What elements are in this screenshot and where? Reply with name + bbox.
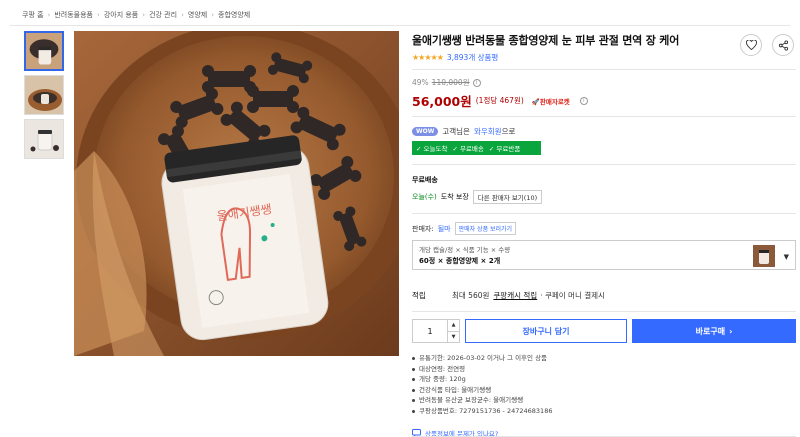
spec-item: 개당 중량: 120g xyxy=(412,374,796,385)
delivery-block: 무료배송 오늘(수) 도착 보장 다른 판매자 보기(10) xyxy=(412,175,796,204)
option-value: 60정 × 종합영양제 × 2개 xyxy=(419,257,501,265)
rocket-icon: 🚀 xyxy=(531,97,540,106)
seller-rocket-badge: 🚀판매자로켓 xyxy=(532,96,570,106)
coupang-cash-link[interactable]: 쿠팡캐시 적립 xyxy=(493,290,537,301)
info-icon[interactable]: i xyxy=(579,96,588,105)
wow-text-post: 으로 xyxy=(501,127,516,136)
heart-icon xyxy=(745,40,757,50)
breadcrumb: 쿠팡 홈 › 반려동물용품 › 강아지 용품 › 건강 관리 › 영양제 › 종합영양제 xyxy=(22,10,250,20)
chevron-right-icon: › xyxy=(97,11,100,19)
quantity-decrease-icon[interactable]: ▼ xyxy=(448,332,459,343)
divider xyxy=(10,25,790,26)
product-info-panel: 울애기쌩쌩 반려동물 종합영양제 눈 피부 관절 면역 장 케어 ★★★★★ 3… xyxy=(412,32,796,437)
spec-item: 대상연령: 전연령 xyxy=(412,364,796,375)
chevron-right-icon: › xyxy=(181,11,184,19)
caret-down-icon: ▼ xyxy=(783,253,789,261)
thumbnail-1[interactable] xyxy=(24,31,64,71)
discount-row: 49% 110,000원 i xyxy=(412,77,796,88)
wow-badge: WOW xyxy=(412,127,439,136)
seller-products-button[interactable]: 판매자 상품 보러가기 xyxy=(454,222,517,235)
chevron-right-icon: › xyxy=(47,11,51,19)
breadcrumb-item[interactable]: 종합영양제 xyxy=(218,10,250,20)
original-price: 110,000원 xyxy=(431,78,470,87)
sale-price-row: 56,000원 (1정당 467원) 🚀판매자로켓 i xyxy=(412,91,796,110)
price-block: 49% 110,000원 i 56,000원 (1정당 467원) 🚀판매자로켓… xyxy=(412,77,796,110)
buy-now-label: 바로구매 xyxy=(695,326,726,336)
product-photo: 울애기쌩쌩 xyxy=(74,31,399,356)
wow-member-link[interactable]: 와우회원 xyxy=(474,126,502,137)
wishlist-button[interactable] xyxy=(740,34,762,56)
delivery-label: 무료배송 xyxy=(412,176,438,184)
main-product-image[interactable]: 울애기쌩쌩 xyxy=(74,31,399,356)
quantity-stepper[interactable]: 1 ▲ ▼ xyxy=(412,319,460,343)
benefit-free-return: ✓ 무료반품 xyxy=(488,145,521,153)
chevron-right-icon: › xyxy=(142,11,146,19)
divider xyxy=(412,311,796,312)
discount-rate: 49% xyxy=(412,78,429,87)
star-rating: ★★★★★ xyxy=(412,53,444,62)
option-thumbnail-image xyxy=(753,245,775,267)
divider xyxy=(412,116,796,117)
other-seller-button[interactable]: 다른 판매자 보기(10) xyxy=(472,190,543,204)
divider xyxy=(412,69,796,70)
seller-label: 판매자: xyxy=(412,224,434,233)
seller-rocket-label: 판매자로켓 xyxy=(539,97,570,106)
product-thumbnail-image xyxy=(25,76,63,114)
spec-item: 반려동물 유산균 보장균수: 울애기쌩쌩 xyxy=(412,395,796,406)
points-pre: 최대 560원 xyxy=(452,291,490,300)
arrival-day: 오늘(수) xyxy=(412,193,437,201)
seller-row: 판매자: 될마 판매자 상품 보러가기 xyxy=(412,222,796,235)
wow-text-pre: 고객님은 xyxy=(442,127,470,136)
option-label: 개당 캡슐/정 × 식품 기능 × 수량 xyxy=(419,246,511,254)
option-text: 개당 캡슐/정 × 식품 기능 × 수량 60정 × 종합영양제 × 2개 xyxy=(419,244,510,266)
breadcrumb-item[interactable]: 쿠팡 홈 xyxy=(22,10,44,20)
benefit-today-arrival: ✓ 오늘도착 xyxy=(416,145,448,153)
points-label: 적립 xyxy=(412,291,426,300)
spec-item: 쿠팡상품번호: 7279151736 - 24724683186 xyxy=(412,406,796,417)
product-thumbnail-image xyxy=(26,33,62,69)
quantity-steps: ▲ ▼ xyxy=(447,320,459,342)
divider xyxy=(412,164,796,165)
add-to-cart-button[interactable]: 장바구니 담기 xyxy=(465,319,627,343)
delivery-row: 오늘(수) 도착 보장 다른 판매자 보기(10) xyxy=(412,190,796,204)
breadcrumb-item[interactable]: 영양제 xyxy=(188,10,207,20)
thumbnail-3[interactable] xyxy=(24,119,64,159)
thumbnail-2[interactable] xyxy=(24,75,64,115)
rating-row: ★★★★★ 3,893개 상품평 xyxy=(412,52,796,63)
divider xyxy=(412,213,796,214)
chevron-right-icon: › xyxy=(729,326,733,336)
breadcrumb-item[interactable]: 건강 관리 xyxy=(149,10,177,20)
info-icon[interactable]: i xyxy=(472,78,481,87)
product-title: 울애기쌩쌩 반려동물 종합영양제 눈 피부 관절 면역 장 케어 xyxy=(412,34,680,47)
spec-list: 유통기한: 2026-03-02 이거나 그 이후인 상품 대상연령: 전연령 … xyxy=(412,353,796,416)
breadcrumb-item[interactable]: 반려동물용품 xyxy=(54,10,93,20)
review-count-link[interactable]: 3,893개 상품평 xyxy=(447,52,498,63)
points-row: 적립 최대 560원 쿠팡캐시 적립 · 쿠페이 머니 결제시 xyxy=(412,290,796,301)
wow-member-row: WOW 고객님은 와우회원 으로 xyxy=(412,126,796,137)
product-thumbnail-image xyxy=(25,120,63,158)
spec-item: 유통기한: 2026-03-02 이거나 그 이후인 상품 xyxy=(412,353,796,364)
purchase-row: 1 ▲ ▼ 장바구니 담기 바로구매 › xyxy=(412,319,796,343)
option-select[interactable]: 개당 캡슐/정 × 식품 기능 × 수량 60정 × 종합영양제 × 2개 ▼ xyxy=(412,240,796,270)
share-button[interactable] xyxy=(772,34,794,56)
points-post: · 쿠페이 머니 결제시 xyxy=(540,291,605,300)
quantity-increase-icon[interactable]: ▲ xyxy=(448,320,459,332)
benefit-free-shipping: ✓ 무료배송 xyxy=(452,145,484,153)
arrival-guarantee: 도착 보장 xyxy=(440,193,469,201)
wow-benefits-badge: ✓ 오늘도착 ✓ 무료배송 ✓ 무료반품 xyxy=(412,141,541,155)
breadcrumb-item[interactable]: 강아지 용품 xyxy=(104,10,138,20)
seller-name-link[interactable]: 될마 xyxy=(438,224,451,234)
chevron-right-icon: › xyxy=(211,11,215,19)
share-icon xyxy=(778,39,788,51)
sale-price: 56,000원 xyxy=(412,94,472,109)
quantity-input[interactable]: 1 xyxy=(413,320,447,342)
thumbnail-list xyxy=(24,31,64,159)
unit-price: (1정당 467원) xyxy=(475,96,524,105)
option-thumbnail xyxy=(753,245,775,267)
spec-item: 건강식품 타입: 울애기쌩쌩 xyxy=(412,385,796,396)
buy-now-button[interactable]: 바로구매 › xyxy=(632,319,796,343)
